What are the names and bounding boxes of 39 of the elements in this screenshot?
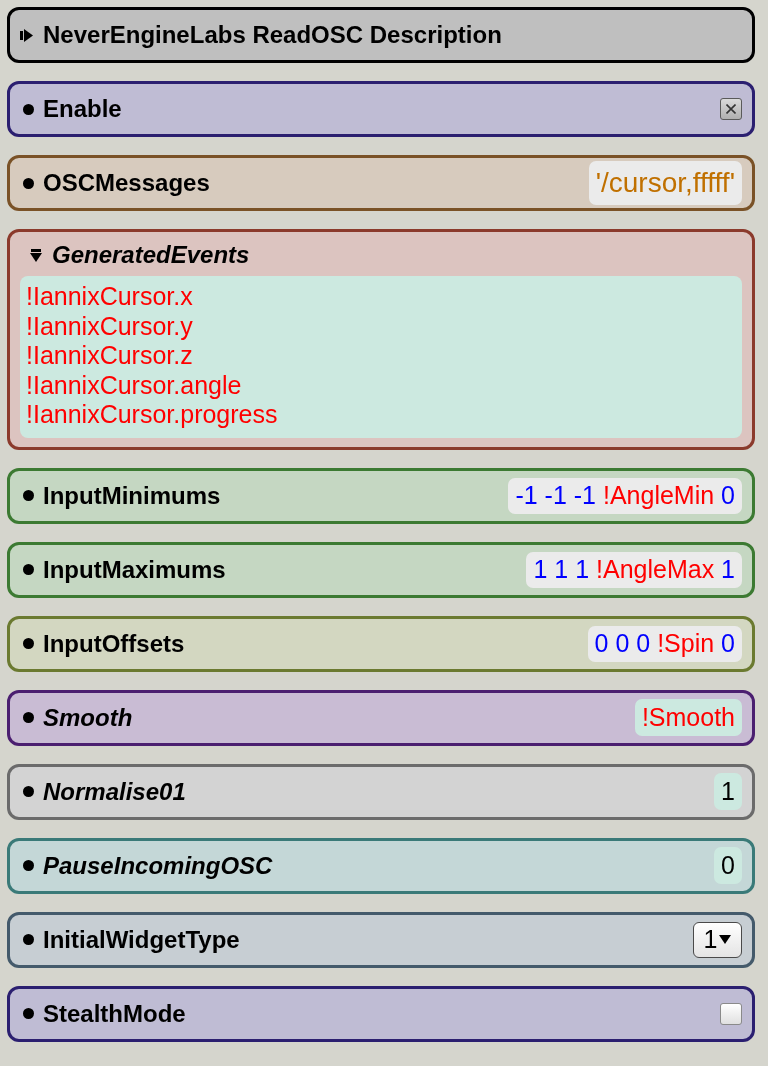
dropdown[interactable]: 1: [693, 921, 742, 958]
event-item: !IannixCursor.y: [26, 311, 193, 341]
bullet-icon: [23, 177, 34, 189]
caret-down-icon: [719, 935, 732, 944]
event-item: !IannixCursor.angle: [26, 370, 242, 400]
parameter-label: GeneratedEvents: [52, 241, 250, 269]
caret-right-icon[interactable]: [20, 28, 33, 42]
bullet-icon: [23, 860, 34, 871]
bullet-icon: [23, 638, 34, 649]
parameter-label: InputMinimums: [43, 481, 221, 510]
parameter-label: OSCMessages: [43, 169, 210, 197]
value-field[interactable]: -1 -1 -1 !AngleMin 0: [508, 477, 742, 514]
checkbox[interactable]: [720, 98, 742, 120]
parameter-label: PauseIncomingOSC: [43, 851, 273, 880]
parameter-label: Smooth: [43, 703, 133, 732]
x-mark-icon: [726, 104, 736, 114]
value-field[interactable]: 0 0 0 !Spin 0: [587, 625, 742, 662]
bullet-icon: [23, 1008, 34, 1019]
event-item: !IannixCursor.z: [26, 341, 193, 371]
bullet-icon: [23, 103, 34, 115]
event-item: !IannixCursor.x: [26, 282, 193, 312]
parameter-label: Enable: [43, 95, 122, 123]
parameter-label: InputMaximums: [43, 555, 226, 584]
bullet-icon: [23, 564, 34, 575]
event-item: !IannixCursor.progress: [26, 400, 278, 430]
parameter-label: Normalise01: [43, 777, 186, 806]
checkbox[interactable]: [720, 1002, 742, 1025]
caret-down-icon[interactable]: [30, 248, 42, 262]
header-title: NeverEngineLabs ReadOSC Description: [43, 20, 502, 50]
bullet-icon: [23, 490, 34, 501]
bullet-icon: [23, 712, 34, 723]
value-field[interactable]: 1: [714, 773, 742, 810]
bullet-icon: [23, 786, 34, 797]
value-field[interactable]: 1 1 1 !AngleMax 1: [526, 551, 742, 588]
parameter-label: StealthMode: [43, 999, 186, 1028]
parameter-label: InputOffsets: [43, 629, 185, 658]
value-field[interactable]: 0: [714, 847, 742, 884]
bullet-icon: [23, 934, 34, 945]
parameter-label: InitialWidgetType: [43, 925, 240, 954]
